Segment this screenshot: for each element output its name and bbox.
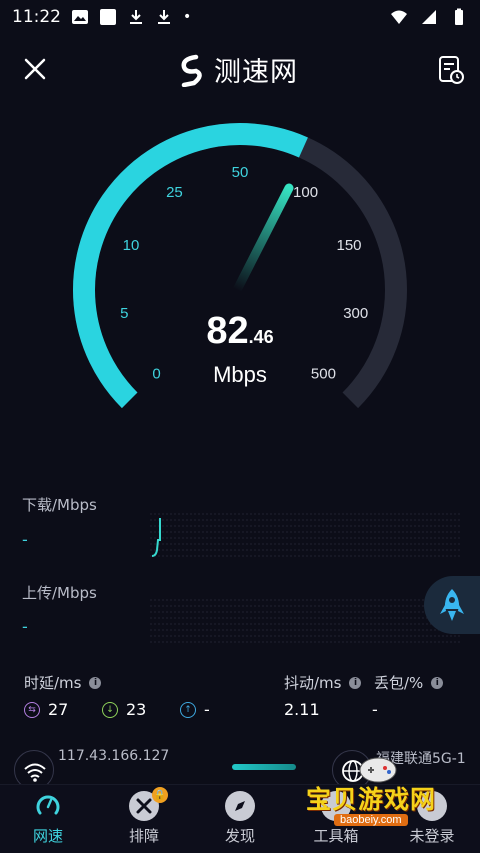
ping-stat: ⇆ 27	[24, 700, 68, 719]
gauge-tick-label: 50	[232, 164, 249, 181]
tab-speed[interactable]: 网速	[0, 785, 96, 853]
app-notification-icon	[100, 9, 116, 25]
tab-account-label: 未登录	[409, 827, 455, 845]
down-latency-value: 23	[126, 700, 147, 719]
upload-graph	[150, 599, 462, 643]
gauge-progress	[73, 123, 308, 409]
speed-value-int: 82	[206, 310, 249, 352]
jitter-info-icon[interactable]: i	[349, 676, 362, 689]
download-notification-icon	[130, 10, 142, 24]
upload-value: -	[22, 617, 28, 636]
up-latency-value: -	[204, 700, 210, 719]
wifi-signal-icon	[391, 10, 407, 24]
brand-logo-icon	[181, 54, 202, 87]
ip-address: 117.43.166.127	[58, 748, 170, 764]
loss-info-icon[interactable]: i	[431, 676, 444, 689]
ping-icon: ⇆	[24, 701, 40, 718]
tab-discover[interactable]: 发现	[192, 785, 288, 853]
speed-unit: Mbps	[213, 362, 267, 387]
loss-heading: 丢包/% i	[374, 672, 444, 693]
speed-readout: 82.46	[0, 310, 480, 353]
speed-gauge: 05102550100150300500	[73, 123, 407, 409]
down-arrow-icon: ↓	[102, 701, 118, 718]
gauge-tick-label: 150	[337, 237, 362, 254]
jitter-label: 抖动/ms	[284, 674, 342, 692]
watermark: 宝贝游戏网 baobeiy.com	[306, 756, 456, 828]
gauge-tick-label: 100	[293, 184, 318, 201]
download-graph	[150, 513, 462, 557]
latency-heading: 时延/ms i	[24, 672, 102, 693]
tab-troubleshoot[interactable]: 🔒 排障	[96, 785, 192, 853]
down-latency-stat: ↓ 23	[102, 700, 146, 719]
page-indicator	[232, 764, 296, 770]
jitter-heading: 抖动/ms i	[284, 672, 362, 693]
download-value: -	[22, 530, 28, 549]
speed-value-dec: .46	[248, 327, 274, 347]
download-notification-icon	[158, 10, 170, 24]
app-header: 测速网	[0, 40, 480, 96]
compass-icon	[225, 791, 255, 821]
brand: 测速网	[174, 50, 298, 89]
up-arrow-icon: ↑	[180, 701, 196, 718]
latency-label: 时延/ms	[24, 674, 82, 692]
upload-label: 上传/Mbps	[22, 584, 97, 602]
watermark-text: 宝贝游戏网	[306, 785, 437, 814]
battery-icon	[455, 8, 463, 25]
loss-value: -	[372, 700, 378, 719]
rocket-icon	[440, 589, 464, 621]
jitter-value: 2.11	[284, 700, 320, 719]
latency-info-icon[interactable]: i	[89, 676, 102, 689]
watermark-url: baobeiy.com	[334, 814, 408, 826]
download-label: 下载/Mbps	[22, 496, 97, 514]
lock-badge-icon: 🔒	[152, 787, 168, 803]
up-latency-stat: ↑ -	[180, 700, 210, 719]
gauge-tick-label: 10	[123, 237, 140, 254]
history-icon[interactable]	[436, 54, 466, 86]
speed-boost-button[interactable]	[424, 576, 480, 634]
gallery-notification-icon	[72, 10, 88, 24]
gauge-needle	[232, 183, 294, 295]
close-icon[interactable]	[20, 54, 50, 84]
speedometer-icon	[33, 791, 63, 821]
tab-discover-label: 发现	[224, 827, 255, 845]
tab-troubleshoot-label: 排障	[128, 827, 159, 845]
cell-signal-icon	[422, 10, 436, 24]
ping-value: 27	[48, 700, 69, 719]
tab-speed-label: 网速	[32, 827, 63, 845]
brand-title: 测速网	[214, 57, 298, 88]
gauge-tick-label: 25	[166, 184, 183, 201]
loss-label: 丢包/%	[374, 674, 424, 692]
status-bar: 11:22 •	[0, 0, 480, 34]
clock: 11:22	[12, 7, 61, 27]
more-notifications-dot: •	[183, 9, 192, 25]
tab-toolbox-label: 工具箱	[313, 827, 359, 845]
